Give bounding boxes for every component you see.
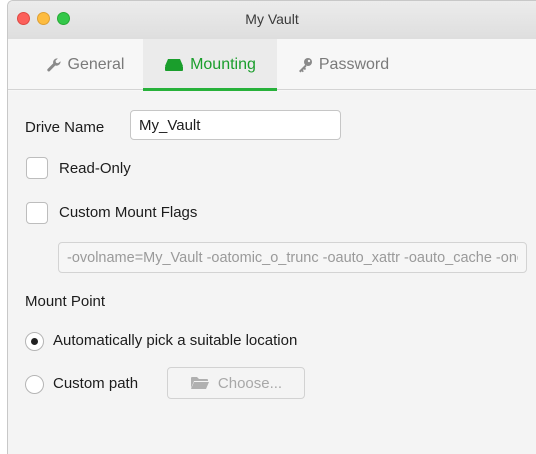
tab-general-label: General — [67, 55, 125, 73]
drive-name-label: Drive Name — [25, 119, 105, 136]
custom-mount-flags-checkbox[interactable] — [26, 202, 48, 224]
tab-general[interactable]: General — [30, 39, 140, 90]
read-only-label: Read-Only — [59, 160, 131, 177]
window-title: My Vault — [245, 11, 299, 27]
tab-mounting-label: Mounting — [190, 55, 256, 73]
custom-mount-flags-label: Custom Mount Flags — [59, 204, 198, 221]
folder-icon — [190, 376, 210, 390]
tab-bar: General Mounting Password — [8, 39, 536, 91]
custom-mount-flags-input[interactable] — [58, 242, 527, 273]
custom-path-label: Custom path — [53, 375, 139, 392]
drive-icon — [164, 58, 184, 72]
title-bar[interactable]: My Vault — [8, 1, 536, 39]
choose-folder-button[interactable]: Choose... — [167, 367, 305, 399]
key-icon — [297, 57, 313, 73]
auto-location-radio[interactable] — [25, 332, 44, 351]
drive-name-input[interactable] — [130, 110, 341, 140]
read-only-checkbox[interactable] — [26, 157, 48, 179]
custom-path-radio[interactable] — [25, 375, 44, 394]
mount-point-heading: Mount Point — [25, 293, 106, 310]
auto-location-label: Automatically pick a suitable location — [53, 332, 298, 349]
choose-button-label: Choose... — [217, 374, 283, 392]
tab-password-label: Password — [318, 55, 390, 73]
mounting-panel: Drive Name Read-Only Custom Mount Flags … — [8, 91, 536, 454]
wrench-icon — [46, 57, 62, 73]
tab-mounting[interactable]: Mounting — [143, 39, 277, 91]
tab-password[interactable]: Password — [283, 39, 403, 90]
preferences-window: My Vault General Mounting Password Drive… — [7, 0, 536, 454]
